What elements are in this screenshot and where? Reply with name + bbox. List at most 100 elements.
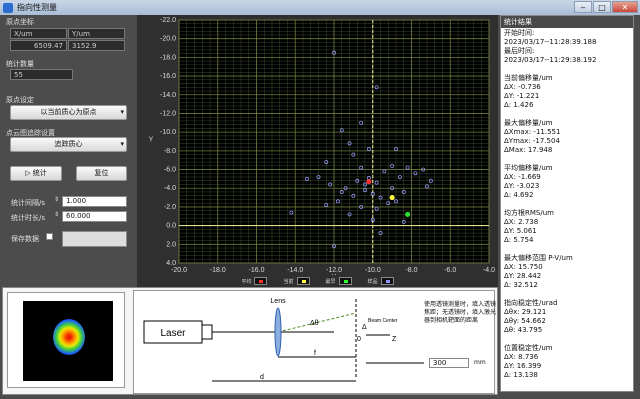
stats-line: 最大偏移范围 P-V/um [504,254,573,262]
spin-icon[interactable]: ⇕ [54,196,59,203]
distance-unit: mm [474,359,486,366]
stats-line: 指向稳定性/urad [504,299,558,307]
stats-line: 最大偏移量/um [504,119,553,127]
save-checkbox[interactable] [46,233,53,240]
set-origin-label: 以当前质心为原点 [40,108,97,116]
interval-label: 统计间隔/s [11,199,46,207]
zero-label: 0 [357,336,361,343]
stats-line: ΔX: -1.669 [504,173,541,181]
y-tick-label: -16.0 [160,73,176,80]
stats-line [504,245,633,254]
y-tick-label: -2.0 [164,204,176,211]
legend-earliest-swatch [343,280,348,283]
stats-line: Δ: 1.426 [504,101,534,109]
x-tick-label: -8.0 [405,267,417,274]
z-axis-label: Z [392,336,397,343]
y-tick-label: -14.0 [160,92,176,99]
close-button[interactable]: ✕ [612,1,638,13]
save-label: 保存数据 [11,235,39,243]
x-tick-label: -16.0 [249,267,265,274]
y-tick-label: -18.0 [160,54,176,61]
data-point [366,179,372,185]
track-centroid-label: 追踪质心 [54,140,83,148]
origin-y-value: 3152.9 [68,40,125,51]
stats-line: ΔX: -0.736 [504,83,541,91]
stat-button[interactable]: ▷ 统计 [10,166,62,181]
stats-line: ΔYmax: -17.504 [504,137,560,145]
y-tick-label: 2.0 [166,241,176,248]
stats-line: Δ: 13.138 [504,371,538,379]
stats-line: ΔMax: 17.948 [504,146,553,154]
stats-line: 最后时间: [504,47,535,55]
stats-line: 位置稳定性/um [504,344,553,352]
stats-line: ΔX: 8.736 [504,353,539,361]
stats-line [504,335,633,344]
stats-line: ΔY: -3.023 [504,182,540,190]
title-bar: 指向性测量 ‒ □ ✕ [0,0,640,15]
beam-profile [23,301,113,381]
stats-line: ΔY: 5.061 [504,227,537,235]
track-centroid-button[interactable]: 追踪质心 ▾ [10,137,127,152]
origin-x-header: X/um [10,28,67,39]
y-tick-label: -22.0 [160,17,176,24]
dropdown-icon: ▾ [120,140,124,148]
app-window: 指向性测量 ‒ □ ✕ 原点坐标 X/um Y/um 6509.47 3152.… [0,0,640,398]
origin-x-value: 6509.47 [10,40,67,51]
save-path-field[interactable] [62,231,127,247]
stats-header: 统计结果 [501,16,633,28]
scatter-chart: -20.0 -18.0 -16.0 -14.0 -12.0 -10.0 -8.0 -6.0 -4… [137,15,498,287]
set-origin-button[interactable]: 以当前质心为原点 ▾ [10,105,127,120]
distance-input[interactable]: 300 [429,358,469,368]
stats-line [504,65,633,74]
stats-line [504,200,633,209]
f-label: f [314,350,316,357]
stats-line: 平均偏移量/um [504,164,553,172]
legend-current-swatch [301,280,306,283]
bottom-panel: Laser Lens Δθ Beam Center Δ 0 Z f d 300 … [2,287,498,395]
control-panel: 原点坐标 X/um Y/um 6509.47 3152.9 统计数量 55 原点… [4,15,132,285]
x-tick-label: -18.0 [210,267,226,274]
stats-line: 开始时间: [504,29,535,37]
stats-line: Δθx: 29.121 [504,308,547,316]
x-tick-label: -20.0 [171,267,187,274]
beam-center-label: Beam Center [368,318,398,324]
stats-line: ΔY: -1.221 [504,92,540,100]
stats-line: 均方根RMS/um [504,209,554,217]
maximize-button[interactable]: □ [593,1,611,13]
count-title: 统计数量 [6,60,34,68]
x-tick-label: -12.0 [326,267,342,274]
spin-icon[interactable]: ⇕ [54,211,59,218]
x-tick-label: -10.0 [365,267,381,274]
legend-average: 平均 [241,277,268,285]
stats-line: Δθy: 54.662 [504,317,546,325]
data-point [389,195,395,201]
duration-label: 统计时长/s [11,214,46,222]
legend-sample: 样品 [368,277,394,285]
minimize-button[interactable]: ‒ [574,1,592,13]
legend-earliest: 最早 [326,277,352,285]
stats-line: ΔY: 28.442 [504,272,542,280]
stats-line: Δθ: 43.795 [504,326,543,334]
stats-line: Δ: 32.512 [504,281,538,289]
stats-line: 2023/03/17--11:28:39.188 [504,38,597,46]
stats-line: 当前偏移量/um [504,74,553,82]
y-tick-label: 4.0 [166,260,176,267]
laser-aperture [201,324,213,340]
y-axis-label: Y [149,137,154,144]
reset-button[interactable]: 复位 [76,166,127,181]
y-tick-label: 0.0 [166,223,176,230]
setup-diagram: Laser Lens Δθ Beam Center Δ 0 Z f d 300 … [133,290,497,394]
legend-average-label: 平均 [241,278,252,285]
delta-label: Δ [362,324,367,331]
legend-current-label: 当前 [283,278,294,285]
data-point [405,211,411,217]
stats-panel: 统计结果 开始时间: 2023/03/17--11:28:39.188 最后时间: 2… [500,15,634,392]
lens-label: Lens [270,298,286,305]
origin-y-header: Y/um [68,28,125,39]
duration-input[interactable]: 60.000 [62,211,127,222]
distance-note: 使用透镜测量时，填入透镜焦距；无透镜时，填入激光器到相机靶面的距离 [424,301,497,324]
window-title: 指向性测量 [17,3,57,12]
legend-earliest-label: 最早 [325,278,336,285]
interval-input[interactable]: 1.000 [62,196,127,207]
stats-line: Δ: 4.692 [504,191,534,199]
